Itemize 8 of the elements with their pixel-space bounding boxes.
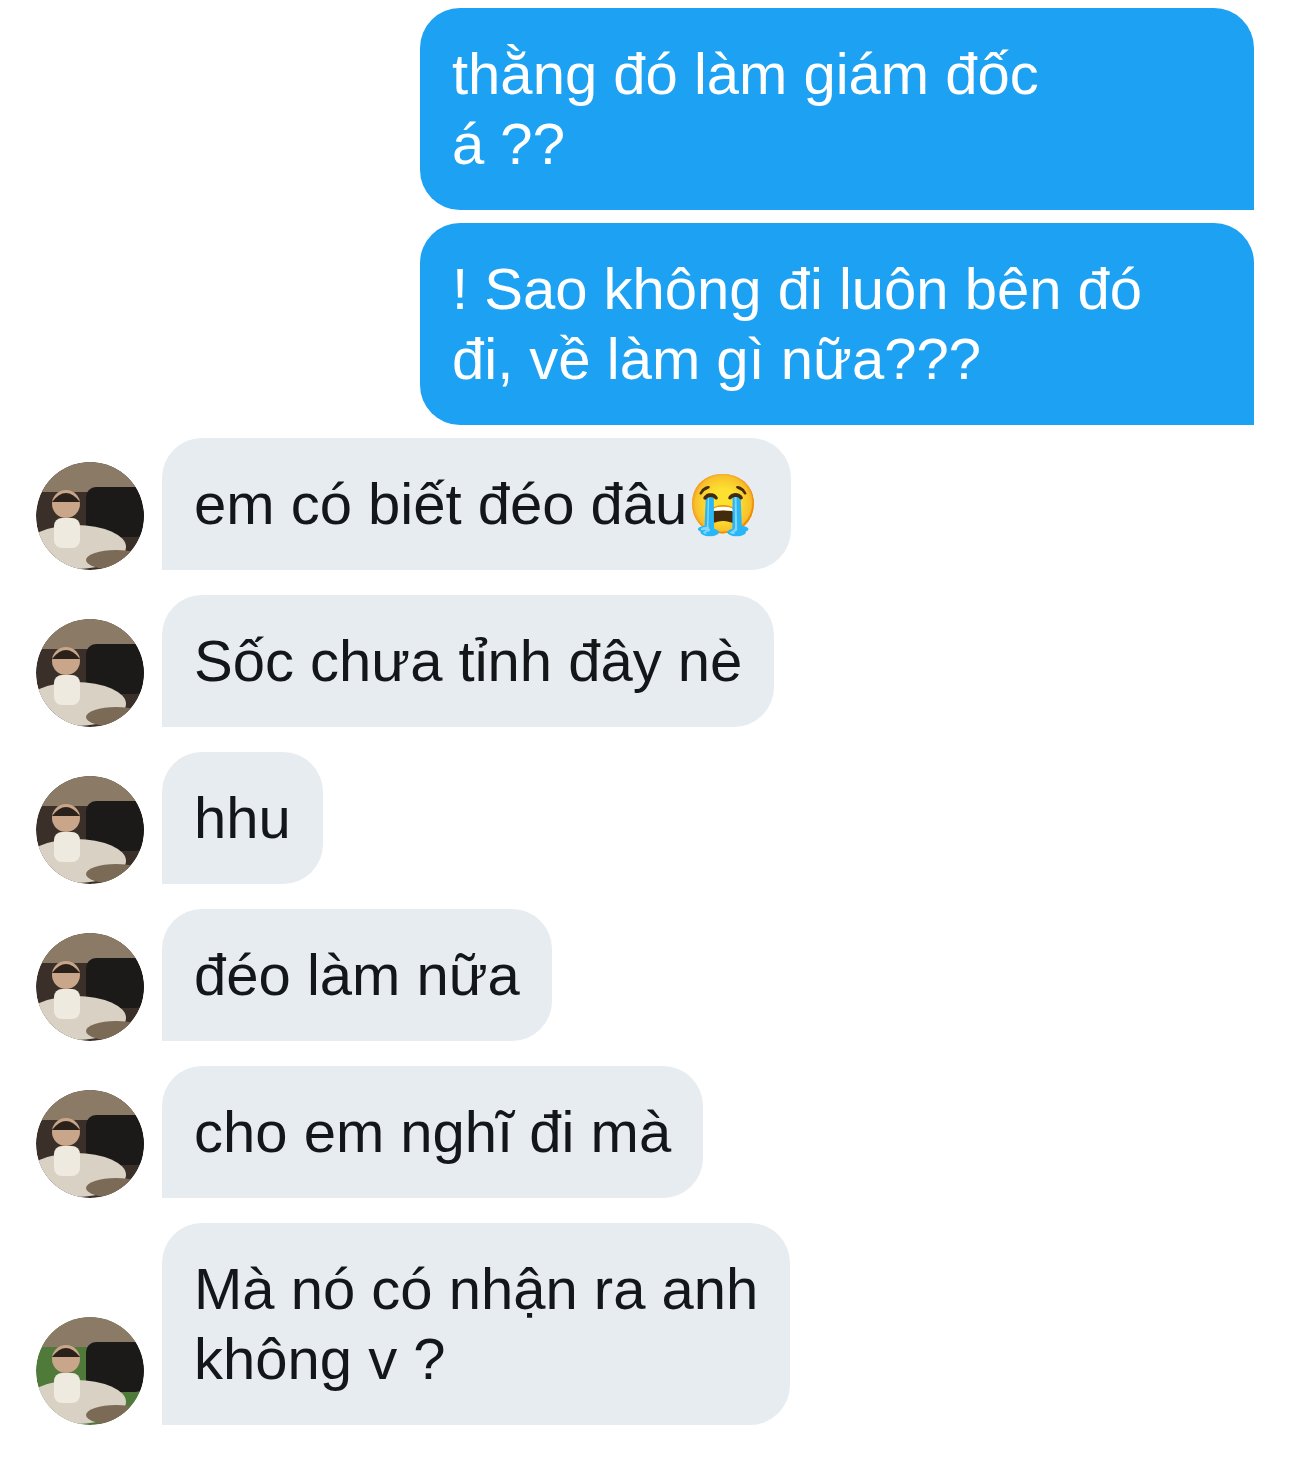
message-bubble: Mà nó có nhận ra anh không v ?	[162, 1223, 791, 1425]
message-bubble: em có biết đéo đâu😭	[162, 438, 792, 570]
message-bubble: cho em nghĩ đi mà	[162, 1066, 704, 1198]
message-bubble: thằng đó làm giám đốc á ??	[420, 8, 1254, 210]
message-bubble: Sốc chưa tỉnh đây nè	[162, 595, 775, 727]
message-bubble: ! Sao không đi luôn bên đó đi, về làm gì nữa???	[420, 223, 1254, 425]
message-bubble: hhu	[162, 752, 323, 884]
message-bubble: đéo làm nữa	[162, 909, 552, 1041]
